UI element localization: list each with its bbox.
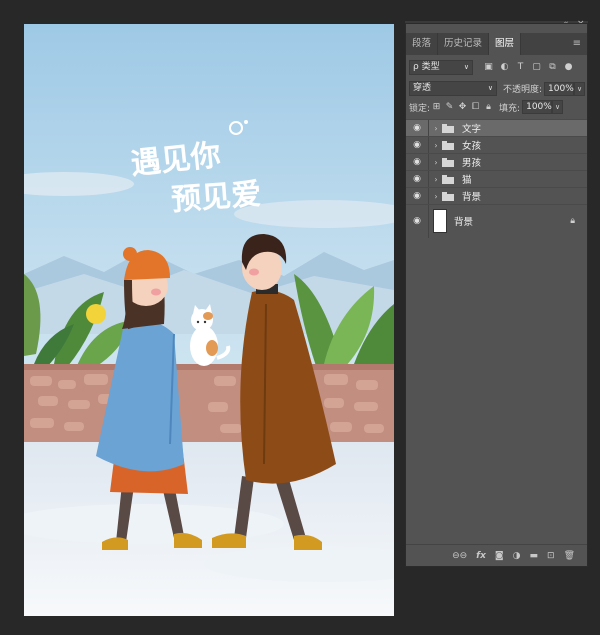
folder-icon bbox=[442, 191, 455, 201]
new-layer-icon[interactable]: ⊡ bbox=[547, 551, 555, 561]
chevron-right-icon[interactable]: › bbox=[431, 175, 441, 184]
blend-mode-value: 穿透 bbox=[413, 83, 432, 93]
shape-filter-icon[interactable]: ▢ bbox=[531, 62, 542, 73]
layers-bottom-toolbar: ⊖⊖ fx ◙ ◑ ▬ ⊡ 🗑︎ bbox=[406, 544, 587, 566]
lock-transparent-icon[interactable]: ⊞ bbox=[430, 102, 443, 112]
wall-top bbox=[24, 364, 394, 370]
folder-icon bbox=[442, 140, 455, 150]
eye-icon[interactable]: ◉ bbox=[406, 174, 428, 184]
type-filter-icon[interactable]: T bbox=[515, 62, 526, 73]
layer-name: 背景 bbox=[462, 192, 482, 203]
eye-icon[interactable]: ◉ bbox=[406, 140, 428, 150]
chevron-right-icon[interactable]: › bbox=[431, 141, 441, 150]
lock-artboard-icon[interactable]: ⧠ bbox=[469, 102, 482, 112]
trash-icon[interactable]: 🗑︎ bbox=[564, 551, 575, 561]
layers-list: ◉ › 文字 ◉ › 女孩 ◉ › 男孩 ◉ › 猫 ◉ › 背景 ◉ 背景 🔒… bbox=[406, 119, 587, 238]
layer-row-cat[interactable]: ◉ › 猫 bbox=[406, 170, 587, 188]
panel-tabs: 段落 历史记录 图层 bbox=[406, 33, 587, 55]
fx-icon[interactable]: fx bbox=[476, 551, 486, 561]
lock-icon: 🔒︎ bbox=[570, 216, 575, 226]
group-icon[interactable]: ▬ bbox=[530, 551, 539, 561]
filter-type-value: ρ 类型 bbox=[413, 62, 440, 72]
layer-row-girl[interactable]: ◉ › 女孩 bbox=[406, 136, 587, 154]
layer-name: 文字 bbox=[462, 124, 482, 135]
opacity-label: 不透明度: bbox=[503, 85, 543, 95]
eye-icon[interactable]: ◉ bbox=[406, 157, 428, 167]
blend-row: 穿透 ∨ 不透明度: 100% ∨ bbox=[406, 81, 587, 96]
document-canvas[interactable]: 遇见你 预见爱 bbox=[24, 24, 394, 616]
eye-icon[interactable]: ◉ bbox=[406, 123, 428, 133]
layer-name: 女孩 bbox=[462, 141, 482, 152]
lock-all-icon[interactable]: 🔒︎ bbox=[482, 102, 495, 112]
lock-row: 锁定: ⊞ ✎ ✥ ⧠ 🔒︎ 填充: 100% ∨ bbox=[406, 100, 587, 114]
layer-name: 猫 bbox=[462, 175, 472, 186]
eye-icon[interactable]: ◉ bbox=[406, 216, 428, 226]
layer-row-text[interactable]: ◉ › 文字 bbox=[406, 119, 587, 137]
chevron-right-icon[interactable]: › bbox=[431, 124, 441, 133]
folder-icon bbox=[442, 174, 455, 184]
layer-name: 男孩 bbox=[462, 158, 482, 169]
lock-position-icon[interactable]: ✥ bbox=[456, 102, 469, 112]
fill-input[interactable]: 100% bbox=[522, 100, 553, 114]
adjustment-icon[interactable]: ◑ bbox=[513, 551, 521, 561]
tab-history[interactable]: 历史记录 bbox=[438, 33, 490, 55]
blend-mode-select[interactable]: 穿透 ∨ bbox=[409, 81, 497, 96]
title-line-2: 预见爱 bbox=[170, 177, 262, 218]
lock-image-icon[interactable]: ✎ bbox=[443, 102, 456, 112]
layer-thumbnail bbox=[433, 209, 447, 233]
lock-label: 锁定: bbox=[409, 103, 431, 114]
adjustment-filter-icon[interactable]: ◐ bbox=[499, 62, 510, 73]
smart-object-filter-icon[interactable]: ⧉ bbox=[547, 62, 558, 73]
layer-name: 背景 bbox=[454, 217, 474, 228]
fill-dropdown-icon[interactable]: ∨ bbox=[552, 100, 564, 114]
layer-row-boy[interactable]: ◉ › 男孩 bbox=[406, 153, 587, 171]
dot-deco bbox=[244, 120, 248, 124]
artwork: 遇见你 预见爱 bbox=[24, 24, 394, 616]
eye-icon[interactable]: ◉ bbox=[406, 191, 428, 201]
fill-label: 填充: bbox=[499, 103, 521, 114]
image-filter-icon[interactable]: ▣ bbox=[483, 62, 494, 73]
yellow-flower bbox=[86, 304, 106, 324]
panel-menu-icon[interactable]: ≡ bbox=[573, 33, 581, 55]
link-icon[interactable]: ⊖⊖ bbox=[452, 551, 467, 561]
opacity-input[interactable]: 100% bbox=[544, 81, 575, 96]
chevron-right-icon[interactable]: › bbox=[431, 158, 441, 167]
chevron-right-icon[interactable]: › bbox=[431, 192, 441, 201]
filter-type-select[interactable]: ρ 类型 ∨ bbox=[409, 60, 473, 75]
tab-layers[interactable]: 图层 bbox=[489, 33, 522, 55]
folder-icon bbox=[442, 123, 455, 133]
folder-icon bbox=[442, 157, 455, 167]
opacity-dropdown-icon[interactable]: ∨ bbox=[574, 81, 586, 96]
layers-panel: 段落 历史记录 图层 ≡ ρ 类型 ∨ ▣ ◐ T ▢ ⧉ ● 穿透 ∨ 不透明度:… bbox=[405, 23, 588, 567]
filter-row: ρ 类型 ∨ ▣ ◐ T ▢ ⧉ ● bbox=[406, 60, 587, 75]
layer-row-background-group[interactable]: ◉ › 背景 bbox=[406, 187, 587, 205]
layer-row-background[interactable]: ◉ 背景 🔒︎ bbox=[406, 204, 587, 238]
filter-toggle-icon[interactable]: ● bbox=[563, 62, 574, 73]
tab-paragraph[interactable]: 段落 bbox=[406, 33, 439, 55]
mask-icon[interactable]: ◙ bbox=[495, 551, 504, 561]
